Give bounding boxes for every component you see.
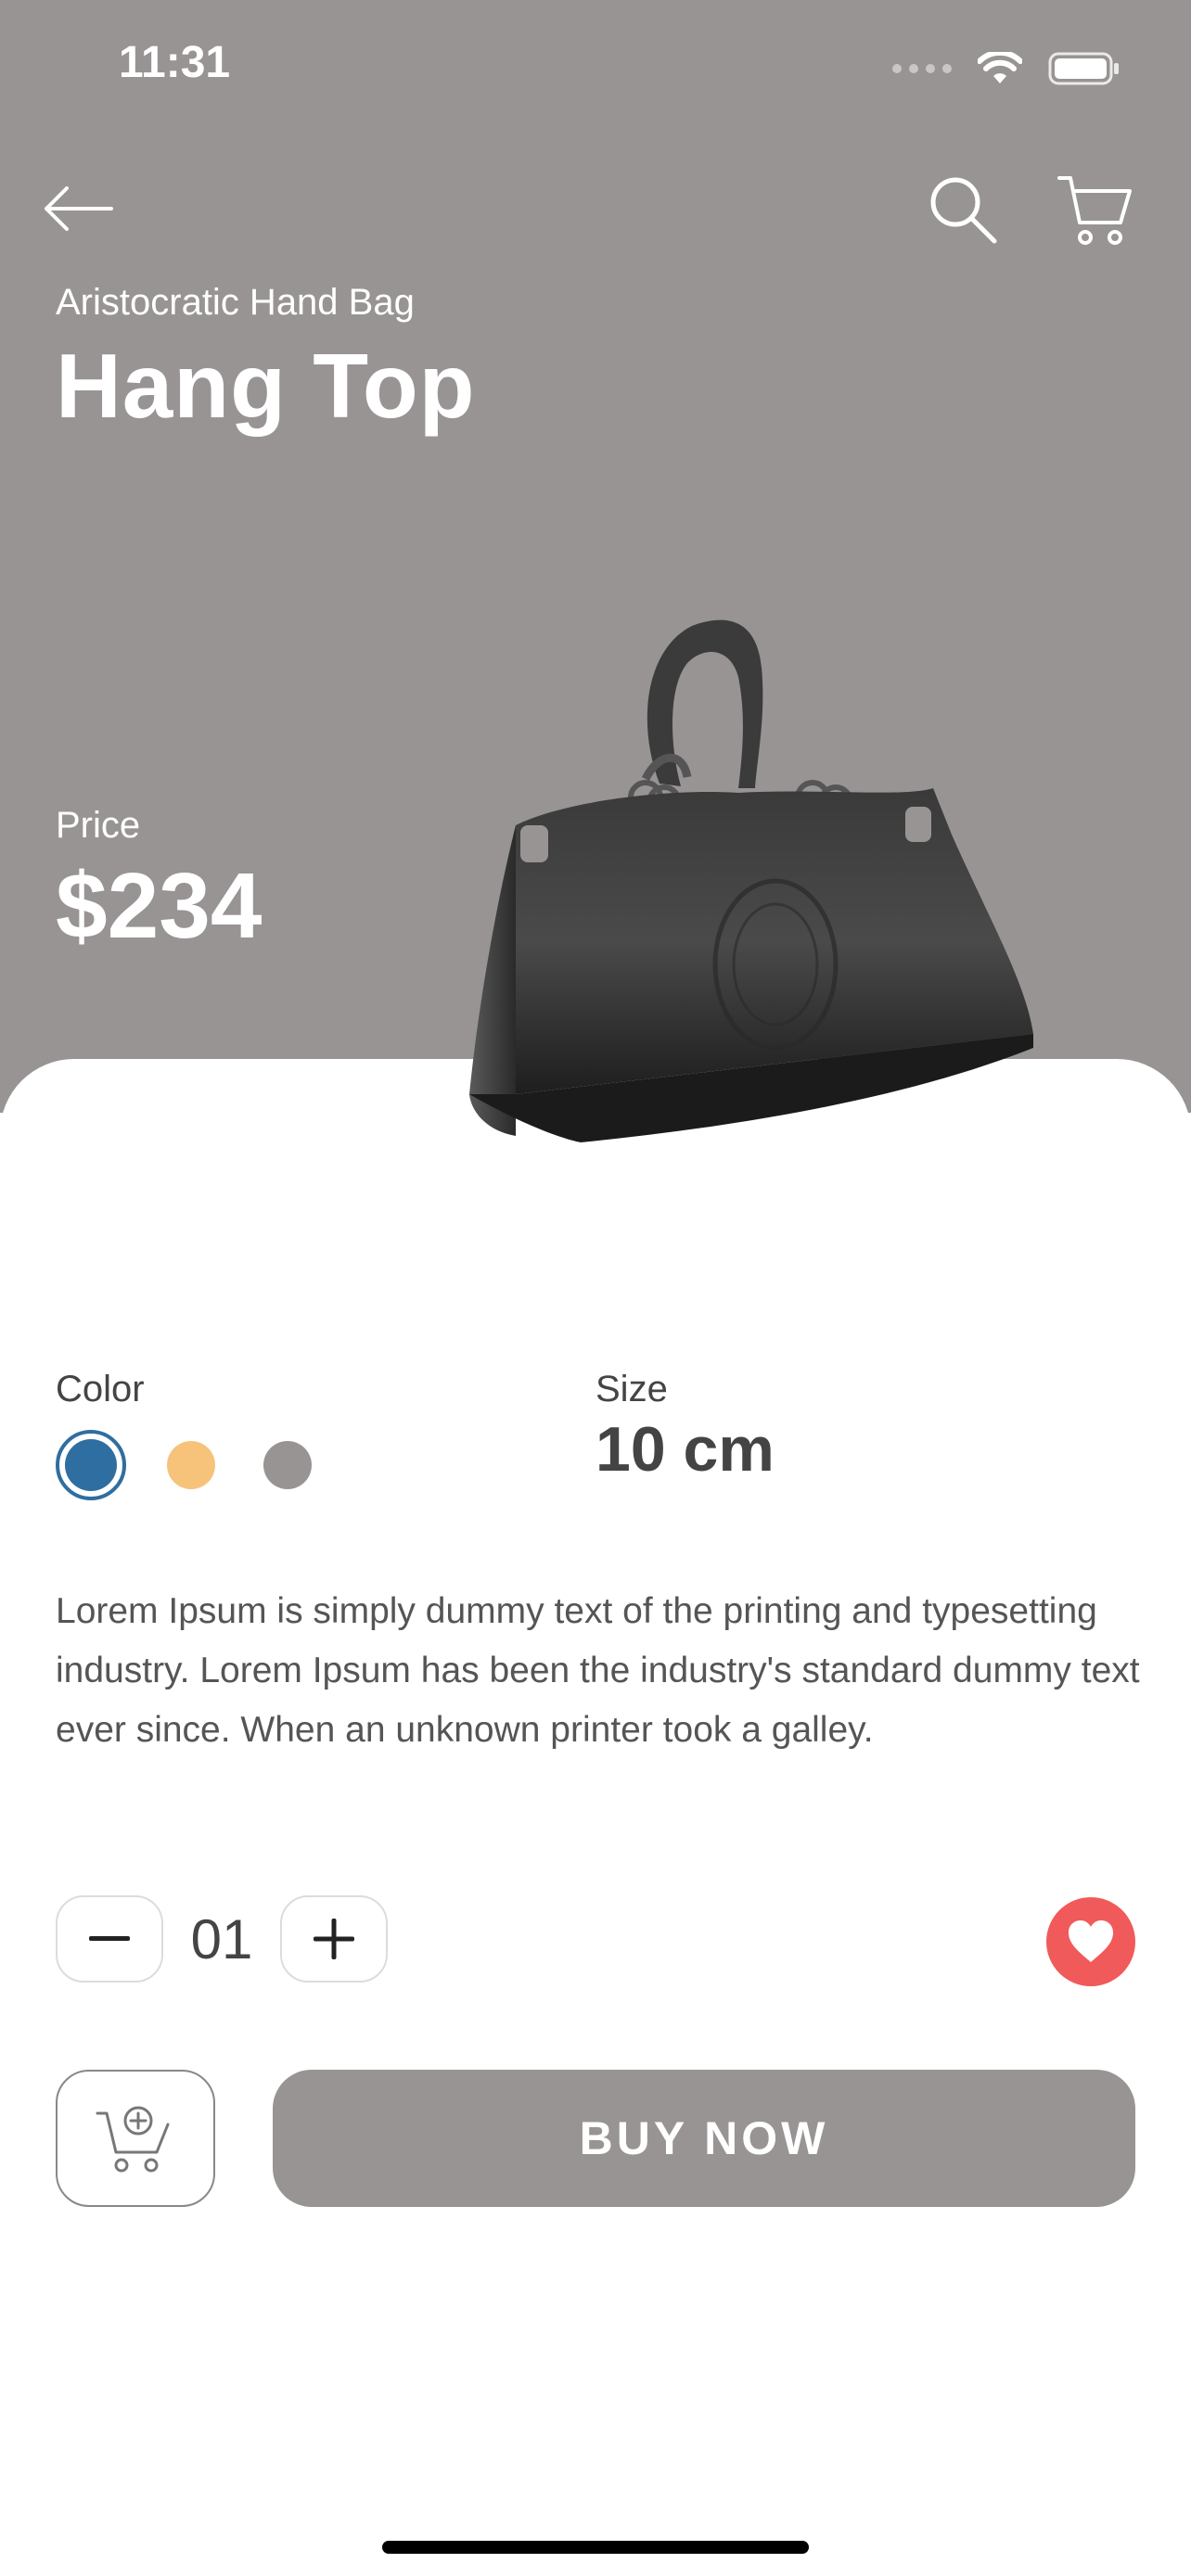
top-nav [0,167,1191,250]
status-icons [892,41,1121,96]
color-swatch-gray[interactable] [263,1441,312,1489]
back-arrow-icon[interactable] [41,176,115,241]
product-title: Hang Top [56,335,476,437]
battery-icon [1048,52,1119,85]
color-label: Color [56,1369,145,1409]
size-label: Size [596,1369,668,1409]
wifi-icon [978,52,1022,83]
handbag-image [469,619,1033,1142]
details-sheet [0,1059,1191,2576]
product-price: $234 [56,854,263,958]
add-to-cart-button[interactable] [56,2070,215,2207]
increase-quantity-button[interactable] [280,1895,388,1983]
status-time: 11:31 [119,38,231,87]
quantity-value: 01 [190,1907,253,1970]
home-indicator [382,2541,809,2554]
heart-icon [1069,1920,1113,1962]
plus-icon [314,1919,354,1959]
size-value: 10 cm [596,1414,775,1485]
color-swatch-yellow[interactable] [167,1441,215,1489]
color-swatch-blue[interactable] [56,1430,126,1500]
search-icon[interactable] [926,172,1000,247]
minus-icon [89,1936,130,1941]
color-swatches [56,1430,312,1500]
product-description: Lorem Ipsum is simply dummy text of the … [56,1591,1140,1750]
signal-icon [892,64,952,73]
product-subtitle: Aristocratic Hand Bag [56,282,415,323]
price-label: Price [56,805,141,846]
quantity-stepper: 01 [56,1895,388,1983]
decrease-quantity-button[interactable] [56,1895,163,1983]
favorite-button[interactable] [1046,1897,1135,1986]
cart-icon[interactable] [1056,171,1133,249]
cart-plus-icon [96,2106,170,2173]
buy-now-button[interactable]: BUY NOW [273,2070,1135,2207]
